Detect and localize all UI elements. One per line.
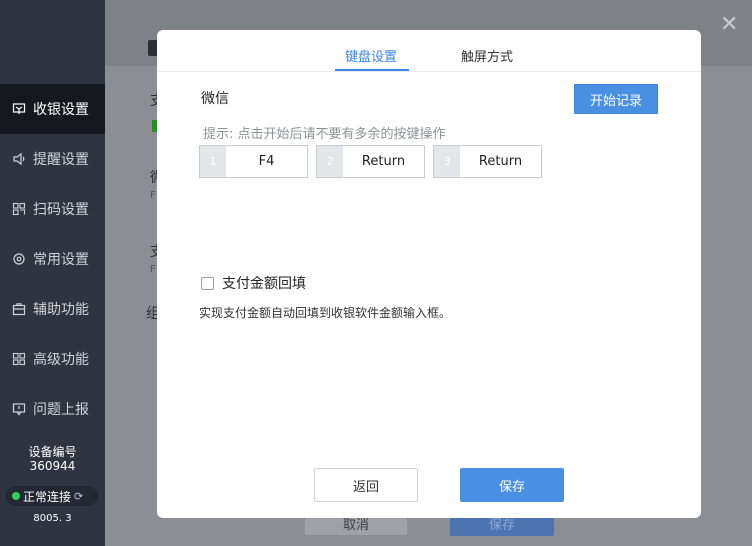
sidebar-item-label: 辅助功能 bbox=[33, 302, 89, 318]
sidebar-item-label: 收银设置 bbox=[33, 102, 89, 118]
key-index: 2 bbox=[317, 146, 343, 177]
payment-refill-option[interactable]: 支付金额回填 bbox=[201, 273, 306, 293]
start-recording-button[interactable]: 开始记录 bbox=[574, 84, 658, 114]
connection-status: 正常连接 ⟳ bbox=[6, 486, 98, 506]
payment-refill-description: 实现支付金额自动回填到收银软件金额输入框。 bbox=[199, 306, 452, 320]
sidebar-item-report-issue[interactable]: 问题上报 bbox=[0, 384, 105, 434]
sidebar-item-advanced-functions[interactable]: 高级功能 bbox=[0, 334, 105, 384]
sidebar-item-label: 问题上报 bbox=[33, 402, 89, 418]
device-number: 360944 bbox=[29, 459, 76, 473]
speaker-icon bbox=[12, 152, 26, 166]
payment-refill-checkbox[interactable] bbox=[201, 276, 214, 290]
sidebar: 收银设置 提醒设置 扫码设置 常用设置 辅助功能 高级功能 问题上报 设备编号 … bbox=[0, 0, 105, 546]
sidebar-item-label: 扫码设置 bbox=[33, 202, 89, 218]
background-row-sub: F bbox=[150, 190, 156, 201]
close-icon[interactable]: ✕ bbox=[720, 12, 738, 37]
tab-touch-mode[interactable]: 触屏方式 bbox=[461, 46, 513, 65]
sidebar-item-label: 常用设置 bbox=[33, 252, 89, 268]
key-slot-2[interactable]: 2 Return bbox=[316, 145, 425, 178]
back-button[interactable]: 返回 bbox=[314, 468, 418, 502]
payment-refill-label: 支付金额回填 bbox=[222, 276, 306, 292]
sidebar-item-reminder-settings[interactable]: 提醒设置 bbox=[0, 134, 105, 184]
sidebar-item-label: 高级功能 bbox=[33, 352, 89, 368]
grid-icon bbox=[12, 352, 26, 366]
sidebar-item-assist-functions[interactable]: 辅助功能 bbox=[0, 284, 105, 334]
refresh-icon[interactable]: ⟳ bbox=[74, 490, 83, 503]
sidebar-item-common-settings[interactable]: 常用设置 bbox=[0, 234, 105, 284]
tab-keyboard-settings[interactable]: 键盘设置 bbox=[345, 46, 397, 65]
keyboard-settings-dialog: 键盘设置 触屏方式 微信 开始记录 提示: 点击开始后请不要有多余的按键操作 1… bbox=[157, 30, 701, 518]
key-index: 1 bbox=[200, 146, 226, 177]
sidebar-item-cashier-settings[interactable]: 收银设置 bbox=[0, 84, 105, 134]
report-icon bbox=[12, 402, 26, 416]
key-value: F4 bbox=[258, 154, 275, 169]
background-row-sub: F bbox=[150, 264, 156, 275]
gear-icon bbox=[12, 252, 26, 266]
sidebar-item-label: 提醒设置 bbox=[33, 152, 89, 168]
key-value: Return bbox=[361, 154, 406, 169]
connection-status-text: 正常连接 bbox=[23, 489, 72, 504]
key-slot-1[interactable]: 1 F4 bbox=[199, 145, 308, 178]
key-index: 3 bbox=[434, 146, 460, 177]
cashier-icon bbox=[12, 102, 26, 116]
save-button[interactable]: 保存 bbox=[460, 468, 564, 502]
key-slot-3[interactable]: 3 Return bbox=[433, 145, 542, 178]
status-dot-icon bbox=[12, 492, 20, 500]
key-value: Return bbox=[478, 154, 523, 169]
toolbox-icon bbox=[12, 302, 26, 316]
version-label: 8005. 3 bbox=[33, 513, 72, 524]
dialog-tabs: 键盘设置 触屏方式 bbox=[157, 30, 701, 72]
tab-active-indicator bbox=[335, 69, 409, 71]
hint-text: 提示: 点击开始后请不要有多余的按键操作 bbox=[203, 127, 446, 142]
device-label: 设备编号 bbox=[28, 445, 77, 459]
sidebar-header bbox=[0, 0, 105, 82]
scan-icon bbox=[12, 202, 26, 216]
section-title: 微信 bbox=[201, 91, 229, 107]
sidebar-item-scan-settings[interactable]: 扫码设置 bbox=[0, 184, 105, 234]
